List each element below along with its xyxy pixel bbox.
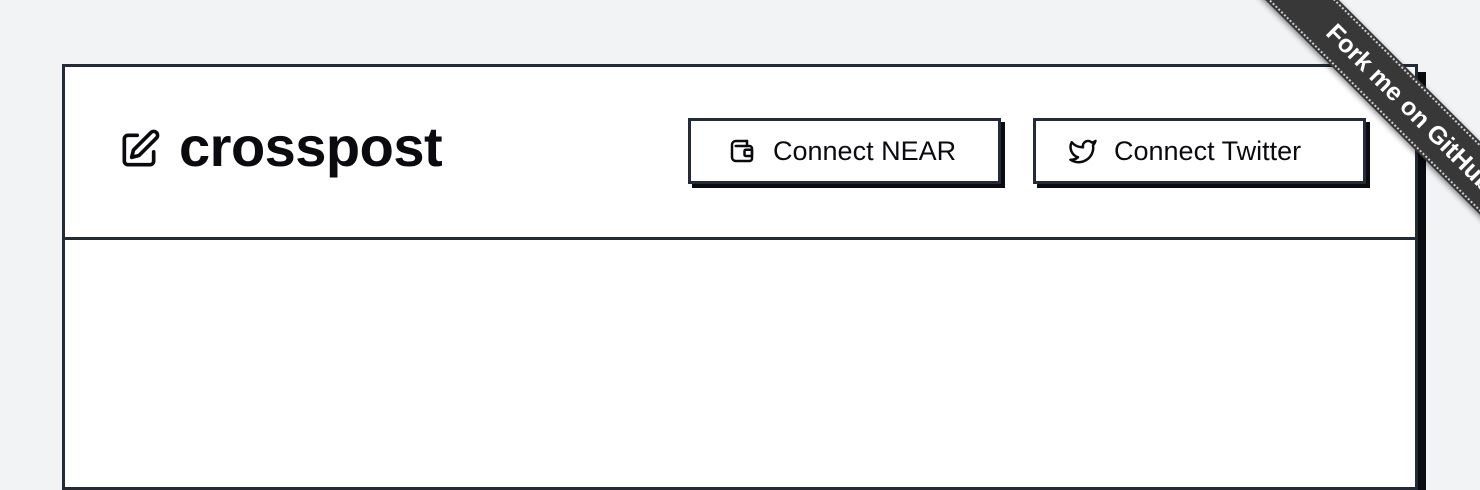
github-ribbon: Fork me on GitHub xyxy=(1180,0,1480,300)
page: { "app": { "title": "crosspost", "icon":… xyxy=(0,0,1480,490)
edit-icon xyxy=(122,129,160,167)
wallet-icon xyxy=(730,139,754,163)
connect-near-button[interactable]: Connect NEAR xyxy=(688,118,1001,184)
app-title: crosspost xyxy=(179,115,443,178)
twitter-icon xyxy=(1069,139,1097,164)
connect-near-label: Connect NEAR xyxy=(773,135,957,166)
fork-on-github-link[interactable]: Fork me on GitHub xyxy=(1244,0,1480,274)
github-ribbon-banner: Fork me on GitHub xyxy=(1243,0,1480,275)
brand: crosspost xyxy=(117,119,443,175)
